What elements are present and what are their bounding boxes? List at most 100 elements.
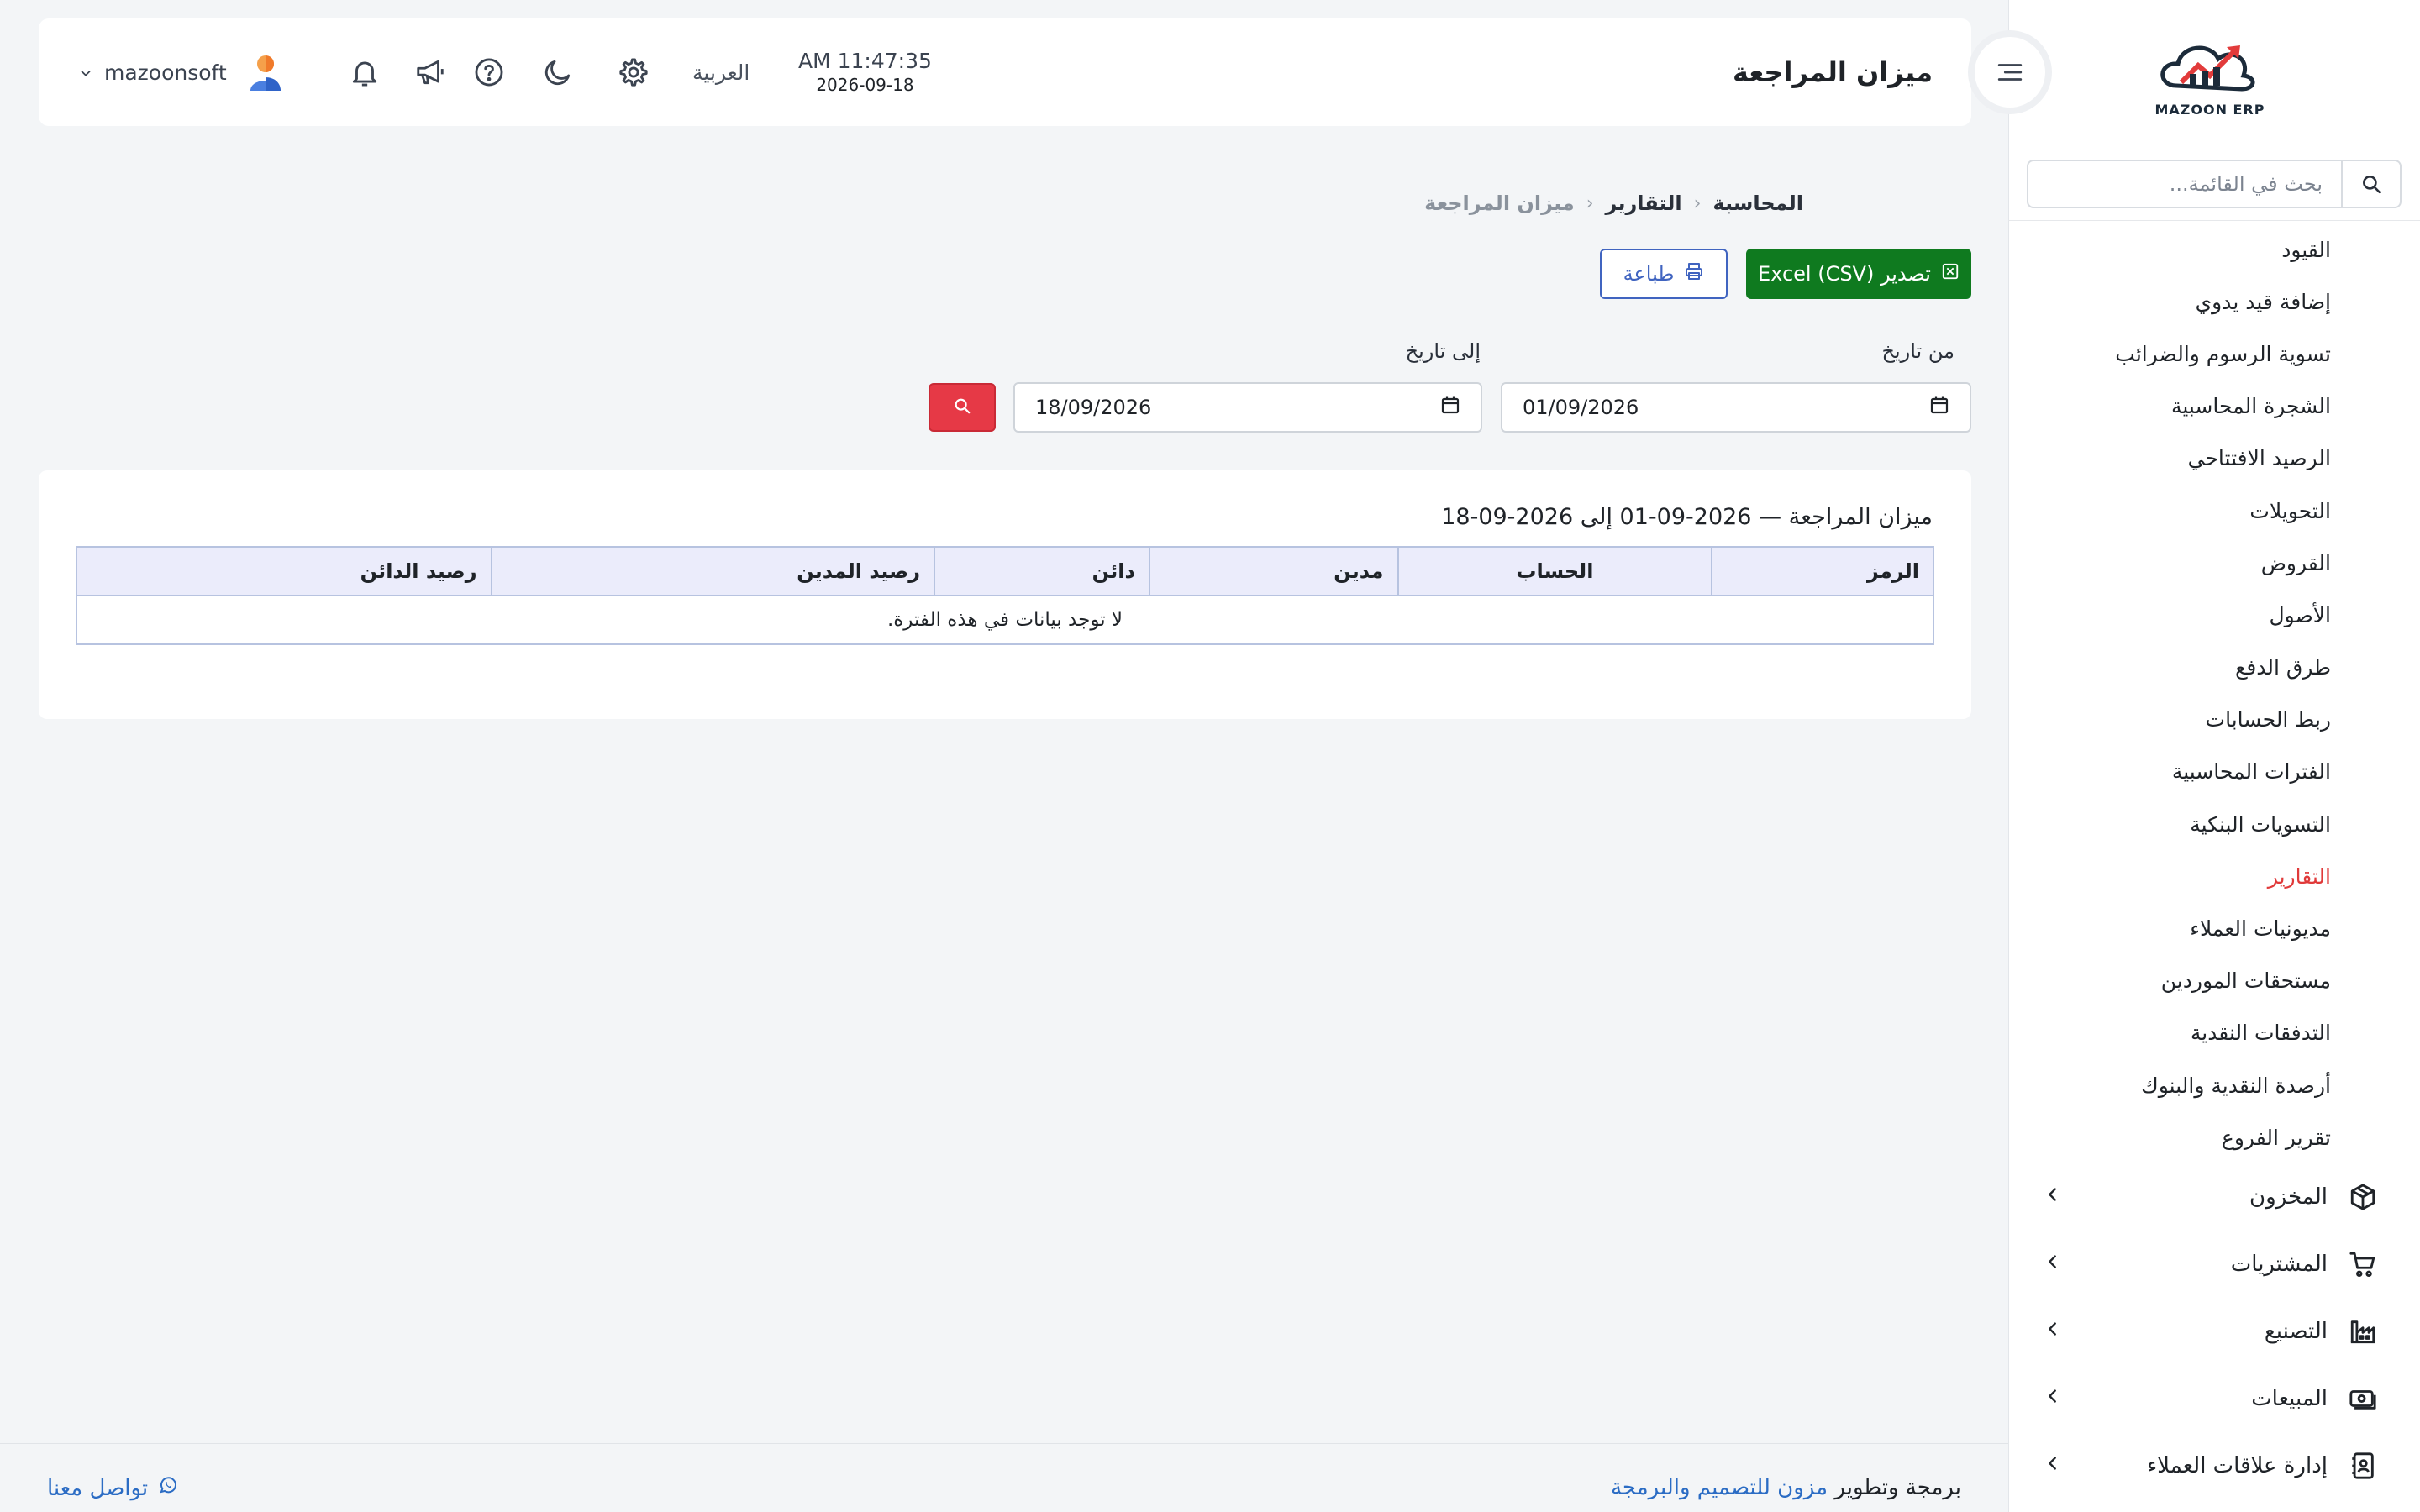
sidebar-group-sales[interactable]: المبيعات (2008, 1365, 2420, 1432)
column-header-account[interactable]: الحساب (1397, 546, 1713, 596)
sidebar-item-account-linking[interactable]: ربط الحسابات (2008, 694, 2420, 746)
sidebar-item-payment-methods[interactable]: طرق الدفع (2008, 642, 2420, 694)
sidebar-group-label: إدارة علاقات العملاء (2146, 1453, 2328, 1479)
notifications-bell-icon[interactable] (346, 54, 383, 91)
breadcrumb: المحاسبة ‹ التقارير ‹ ميزان المراجعة (1424, 192, 1803, 215)
factory-icon (2346, 1315, 2380, 1348)
cash-icon (2346, 1382, 2380, 1415)
sidebar-group-purchases[interactable]: المشتريات (2008, 1231, 2420, 1298)
sidebar-item-assets[interactable]: الأصول (2008, 589, 2420, 641)
menu-toggle-button[interactable] (1975, 37, 2045, 108)
page-title: ميزان المراجعة (1732, 56, 1933, 88)
chevron-left-icon (2044, 1252, 2062, 1277)
sidebar-group-label: المخزون (2249, 1184, 2328, 1210)
column-header-code[interactable]: الرمز (1711, 546, 1934, 596)
sidebar-search-input[interactable] (2039, 172, 2341, 196)
footer-prefix: برمجة وتطوير (1834, 1475, 1961, 1500)
column-header-credit-balance[interactable]: رصيد الدائن (76, 546, 492, 596)
settings-gear-icon[interactable] (615, 54, 652, 91)
print-button[interactable]: طباعة (1600, 249, 1728, 299)
search-icon (953, 396, 971, 418)
sidebar-group-label: المشتريات (2230, 1252, 2328, 1278)
breadcrumb-item-reports[interactable]: التقارير (1606, 192, 1682, 215)
clock-date: 2026-09-18 (816, 75, 914, 95)
help-icon[interactable] (471, 54, 508, 91)
sidebar-item-cash-flows[interactable]: التدفقات النقدية (2008, 1007, 2420, 1059)
from-date-value: 01/09/2026 (1523, 396, 1639, 419)
search-icon[interactable] (2341, 161, 2400, 207)
to-date-input[interactable]: 18/09/2026 (1013, 382, 1482, 433)
footer-divider (0, 1443, 2008, 1444)
sidebar-item-reports[interactable]: التقارير (2008, 850, 2420, 902)
sidebar-item-fees-taxes-settlement[interactable]: تسوية الرسوم والضرائب (2008, 328, 2420, 380)
sidebar-menu: القيود إضافة قيد يدوي تسوية الرسوم والضر… (2008, 223, 2420, 1499)
chevron-left-icon (2044, 1319, 2062, 1344)
sidebar-item-branches-report[interactable]: تقرير الفروع (2008, 1111, 2420, 1163)
sidebar-item-chart-of-accounts[interactable]: الشجرة المحاسبية (2008, 381, 2420, 433)
empty-state-message: لا توجد بيانات في هذه الفترة. (76, 595, 1934, 645)
language-switcher[interactable]: العربية (692, 18, 750, 126)
brand-logo[interactable]: MAZOON ERP (2143, 34, 2277, 118)
brand-name: MAZOON ERP (2154, 102, 2265, 118)
sidebar-item-customer-debts[interactable]: مديونيات العملاء (2008, 902, 2420, 954)
contact-label: تواصل معنا (47, 1475, 149, 1501)
sidebar-item-opening-balance[interactable]: الرصيد الافتتاحي (2008, 433, 2420, 485)
report-title: ميزان المراجعة — 2026-09-01 إلى 2026-09-… (1441, 504, 1933, 530)
from-date-label: من تاريخ (1881, 339, 1954, 363)
breadcrumb-item-current: ميزان المراجعة (1424, 192, 1575, 215)
chevron-left-icon (2044, 1386, 2062, 1411)
sidebar: MAZOON ERP القيود إضافة قيد يدوي تسوية ا… (2008, 0, 2420, 1512)
sidebar-item-transfers[interactable]: التحويلات (2008, 485, 2420, 537)
topbar: ميزان المراجعة AM 11:47:35 2026-09-18 ال… (39, 18, 1971, 126)
sidebar-item-loans[interactable]: القروض (2008, 537, 2420, 589)
contacts-icon (2346, 1449, 2380, 1483)
breadcrumb-separator: ‹ (1693, 192, 1702, 214)
user-menu[interactable]: mazoonsoft (79, 18, 227, 126)
breadcrumb-item-accounting[interactable]: المحاسبة (1712, 192, 1803, 215)
column-header-debit-balance[interactable]: رصيد المدين (490, 546, 936, 596)
file-excel-icon (1941, 262, 1960, 286)
sidebar-group-label: التصنيع (2264, 1319, 2328, 1345)
export-excel-button[interactable]: تصدير (Excel (CSV (1746, 249, 1971, 299)
printer-icon (1684, 261, 1704, 286)
to-date-label: إلى تاريخ (1405, 339, 1481, 363)
export-label: تصدير (Excel (CSV (1758, 262, 1931, 286)
sidebar-group-crm[interactable]: إدارة علاقات العملاء (2008, 1432, 2420, 1499)
sidebar-search (2027, 160, 2402, 208)
user-avatar[interactable] (245, 52, 286, 92)
column-header-debit[interactable]: مدين (1148, 546, 1399, 596)
calendar-icon[interactable] (1929, 395, 1949, 420)
sidebar-item-accounting-periods[interactable]: الفترات المحاسبية (2008, 746, 2420, 798)
column-header-credit[interactable]: دائن (934, 546, 1150, 596)
contact-us-link[interactable]: تواصل معنا (47, 1475, 178, 1501)
from-date-input[interactable]: 01/09/2026 (1501, 382, 1971, 433)
dark-mode-moon-icon[interactable] (539, 54, 576, 91)
divider (2008, 220, 2420, 221)
menu-lines-icon (1997, 64, 2023, 81)
clock: AM 11:47:35 2026-09-18 (798, 49, 932, 95)
sidebar-group-label: المبيعات (2251, 1386, 2328, 1412)
box-icon (2346, 1180, 2380, 1214)
sidebar-item-add-manual-entry[interactable]: إضافة قيد يدوي (2008, 276, 2420, 328)
sidebar-group-inventory[interactable]: المخزون (2008, 1163, 2420, 1231)
to-date-value: 18/09/2026 (1035, 396, 1152, 419)
footer-credits: برمجة وتطوير مزون للتصميم والبرمجة (1611, 1475, 1961, 1500)
sidebar-item-cash-bank-balances[interactable]: أرصدة النقدية والبنوك (2008, 1059, 2420, 1111)
announcement-megaphone-icon[interactable] (412, 54, 449, 91)
chevron-down-icon (79, 60, 92, 85)
whatsapp-icon (158, 1475, 178, 1501)
username: mazoonsoft (104, 60, 227, 85)
chevron-left-icon (2044, 1453, 2062, 1478)
chevron-left-icon (2044, 1184, 2062, 1210)
sidebar-item-bank-reconciliations[interactable]: التسويات البنكية (2008, 798, 2420, 850)
calendar-icon[interactable] (1440, 395, 1460, 420)
clock-time: AM 11:47:35 (798, 49, 932, 73)
search-button[interactable] (929, 383, 996, 432)
sidebar-group-manufacturing[interactable]: التصنيع (2008, 1298, 2420, 1365)
print-label: طباعة (1623, 262, 1675, 286)
report-card: ميزان المراجعة — 2026-09-01 إلى 2026-09-… (39, 470, 1971, 719)
sidebar-item-supplier-dues[interactable]: مستحقات الموردين (2008, 955, 2420, 1007)
trial-balance-table: الرمز الحساب مدين دائن رصيد المدين رصيد … (76, 546, 1934, 645)
footer-company-link[interactable]: مزون للتصميم والبرمجة (1611, 1475, 1828, 1500)
sidebar-item-journal-entries[interactable]: القيود (2008, 223, 2420, 276)
